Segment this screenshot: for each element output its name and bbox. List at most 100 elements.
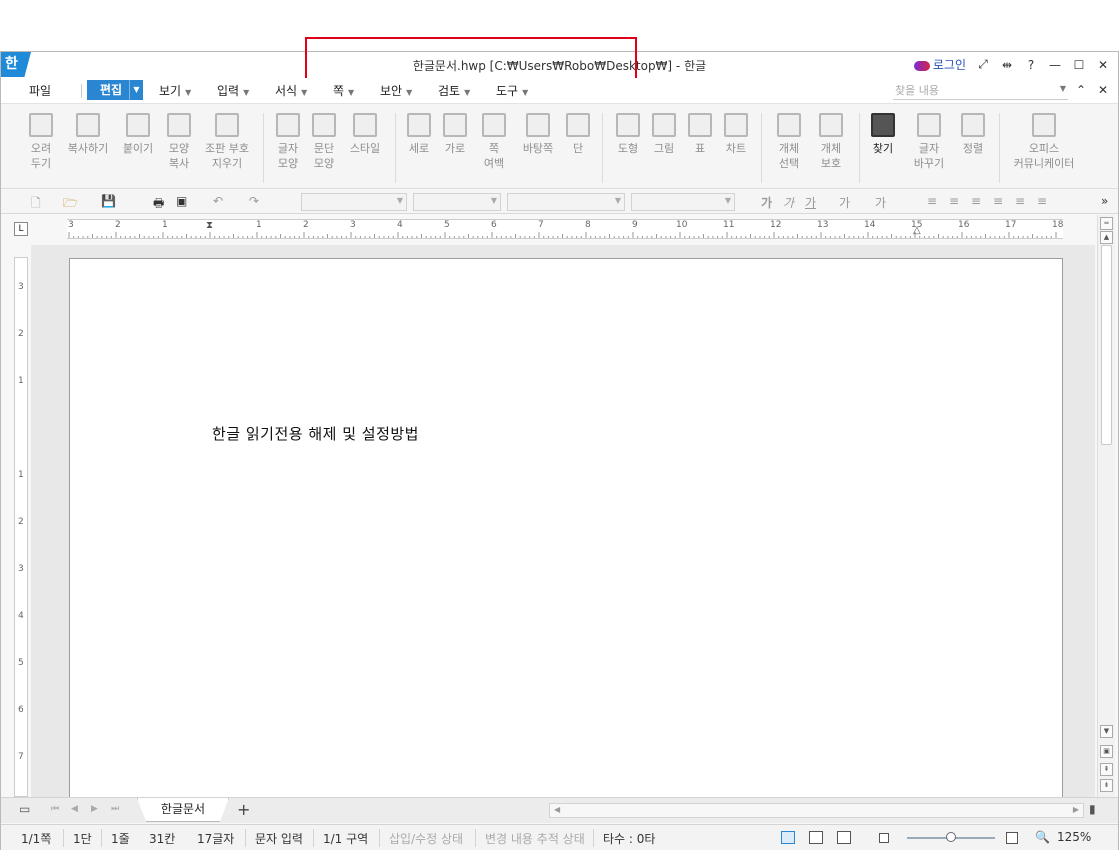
toolbar-expand-icon[interactable]: »: [1101, 194, 1108, 208]
align-right-icon[interactable]: ≡: [993, 194, 1003, 208]
font-lang-select[interactable]: ▼: [413, 193, 501, 211]
scroll-right-icon[interactable]: ▶: [1073, 805, 1079, 814]
menu-file[interactable]: 파일: [29, 82, 51, 99]
maximize-button[interactable]: ☐: [1072, 58, 1086, 72]
portrait-button[interactable]: 세로: [403, 113, 435, 156]
preview-icon[interactable]: ▣: [176, 194, 187, 208]
help-icon[interactable]: ?: [1024, 58, 1038, 72]
menu-insert[interactable]: 입력 ▼: [217, 82, 249, 99]
find-button[interactable]: 찾기: [867, 113, 899, 156]
next-page-icon[interactable]: ⇟: [1100, 779, 1113, 792]
indent-marker[interactable]: ⧗: [206, 220, 213, 231]
menu-review[interactable]: 검토 ▼: [438, 82, 470, 99]
menu-edit[interactable]: 편집 ▼: [87, 80, 143, 100]
paste-button[interactable]: 붙이기: [118, 113, 158, 156]
bold-icon[interactable]: 가: [761, 194, 772, 211]
strike-icon[interactable]: 가: [839, 194, 850, 211]
status-insert-state[interactable]: 삽입/수정 상태: [389, 830, 463, 847]
status-track-changes[interactable]: 변경 내용 추적 상태: [485, 830, 585, 847]
format-painter-button[interactable]: 모양 복사: [161, 113, 197, 171]
tab-type-icon[interactable]: L: [14, 222, 28, 236]
align-divide-icon[interactable]: ≡: [1037, 194, 1047, 208]
split-icon[interactable]: ⇹: [1000, 58, 1014, 72]
style-button[interactable]: 스타일: [345, 113, 385, 156]
cut-button[interactable]: 오려 두기: [23, 113, 59, 171]
copy-button[interactable]: 복사하기: [63, 113, 113, 156]
vertical-scrollbar[interactable]: ═ ▲ ▼ ▣ ⇞ ⇟: [1097, 215, 1115, 800]
tab-hangul-document[interactable]: 한글문서: [137, 798, 229, 822]
picture-button[interactable]: 그림: [647, 113, 681, 156]
collapse-ribbon-icon[interactable]: ⌃: [1076, 83, 1086, 97]
split-view-icon[interactable]: ═: [1100, 217, 1113, 230]
status-page[interactable]: 1/1쪽: [21, 830, 51, 847]
menu-view[interactable]: 보기 ▼: [159, 82, 191, 99]
page-margin-button[interactable]: 쪽 여백: [475, 113, 513, 171]
protect-object-button[interactable]: 개체 보호: [813, 113, 849, 171]
align-left-icon[interactable]: ≡: [949, 194, 959, 208]
underline-icon[interactable]: 가: [805, 194, 816, 211]
scroll-left-icon[interactable]: ◀: [554, 805, 560, 814]
scroll-up-icon[interactable]: ▲: [1100, 231, 1113, 244]
prev-page-icon[interactable]: ⇞: [1100, 763, 1113, 776]
font-size-stepper[interactable]: ▼: [631, 193, 735, 211]
align-distribute-icon[interactable]: ≡: [1015, 194, 1025, 208]
scroll-thumb[interactable]: [1101, 245, 1112, 445]
clear-codes-button[interactable]: 조판 부호 지우기: [199, 113, 255, 171]
magnifier-icon[interactable]: 🔍: [1035, 830, 1050, 844]
page-view-icon[interactable]: [781, 831, 795, 844]
zoom-level[interactable]: 125%: [1057, 830, 1091, 844]
chevron-down-icon[interactable]: ▼: [129, 80, 143, 100]
open-folder-icon[interactable]: 🗁: [63, 194, 78, 215]
zoom-in-icon[interactable]: [1006, 832, 1018, 844]
redo-icon[interactable]: ↷: [249, 194, 259, 208]
minimize-button[interactable]: —: [1048, 58, 1062, 72]
zoom-out-icon[interactable]: [879, 833, 889, 843]
close-search-icon[interactable]: ✕: [1098, 83, 1108, 97]
master-page-button[interactable]: 바탕쪽: [517, 113, 559, 156]
add-tab-icon[interactable]: +: [237, 800, 250, 819]
menu-tools[interactable]: 도구 ▼: [496, 82, 528, 99]
document-page[interactable]: 한글 읽기전용 해제 및 설정방법: [69, 258, 1063, 803]
style-select[interactable]: ▼: [301, 193, 407, 211]
close-button[interactable]: ✕: [1096, 58, 1110, 72]
zoom-slider-knob[interactable]: [946, 832, 956, 842]
page-view-icon[interactable]: ▣: [1100, 745, 1113, 758]
new-document-icon[interactable]: 🗋: [31, 194, 41, 215]
prev-tab-icon[interactable]: ◀: [71, 804, 78, 814]
undo-icon[interactable]: ↶: [213, 194, 223, 208]
replace-button[interactable]: 글자 바꾸기: [907, 113, 951, 171]
select-object-button[interactable]: 개체 선택: [771, 113, 807, 171]
columns-button[interactable]: 단: [563, 113, 593, 156]
split-horizontal-icon[interactable]: ▮: [1089, 802, 1096, 816]
right-margin-marker[interactable]: △: [913, 225, 921, 236]
status-input-mode[interactable]: 문자 입력: [255, 830, 303, 847]
login-button[interactable]: 로그인: [913, 56, 966, 73]
vertical-ruler[interactable]: 3 2 1 1 2 3 4 5 6 7: [14, 257, 28, 797]
menu-format[interactable]: 서식 ▼: [275, 82, 307, 99]
last-tab-icon[interactable]: ⏭: [111, 804, 119, 814]
page-toggle-icon[interactable]: ▭: [19, 802, 30, 816]
menu-page[interactable]: 쪽 ▼: [333, 82, 354, 99]
text-color-icon[interactable]: 가: [875, 194, 886, 211]
menu-security[interactable]: 보안 ▼: [380, 82, 412, 99]
chevron-down-icon[interactable]: ▼: [1060, 84, 1066, 93]
para-shape-button[interactable]: 문단 모양: [307, 113, 341, 171]
print-icon[interactable]: 🖶: [153, 194, 164, 215]
horizontal-scrollbar[interactable]: ◀ ▶: [549, 803, 1084, 818]
fullscreen-icon[interactable]: ⤢: [976, 57, 990, 72]
first-tab-icon[interactable]: ⏮: [51, 804, 59, 814]
search-input[interactable]: 찾을 내용 ▼: [893, 82, 1068, 100]
shape-button[interactable]: 도형: [611, 113, 645, 156]
align-justify-icon[interactable]: ≡: [927, 194, 937, 208]
table-button[interactable]: 표: [685, 113, 715, 156]
office-communicator-button[interactable]: 오피스 커뮤니케이터: [1007, 113, 1081, 171]
font-select[interactable]: ▼: [507, 193, 625, 211]
landscape-button[interactable]: 가로: [439, 113, 471, 156]
align-center-icon[interactable]: ≡: [971, 194, 981, 208]
char-shape-button[interactable]: 글자 모양: [271, 113, 305, 171]
scroll-down-icon[interactable]: ▼: [1100, 725, 1113, 738]
next-tab-icon[interactable]: ▶: [91, 804, 98, 814]
horizontal-ruler[interactable]: 3 2 1 1 2 3 4 5 6 7 8 9 10 11 12 13 14 1…: [67, 219, 1063, 239]
full-view-icon[interactable]: [837, 831, 851, 844]
save-icon[interactable]: 💾: [101, 194, 116, 208]
